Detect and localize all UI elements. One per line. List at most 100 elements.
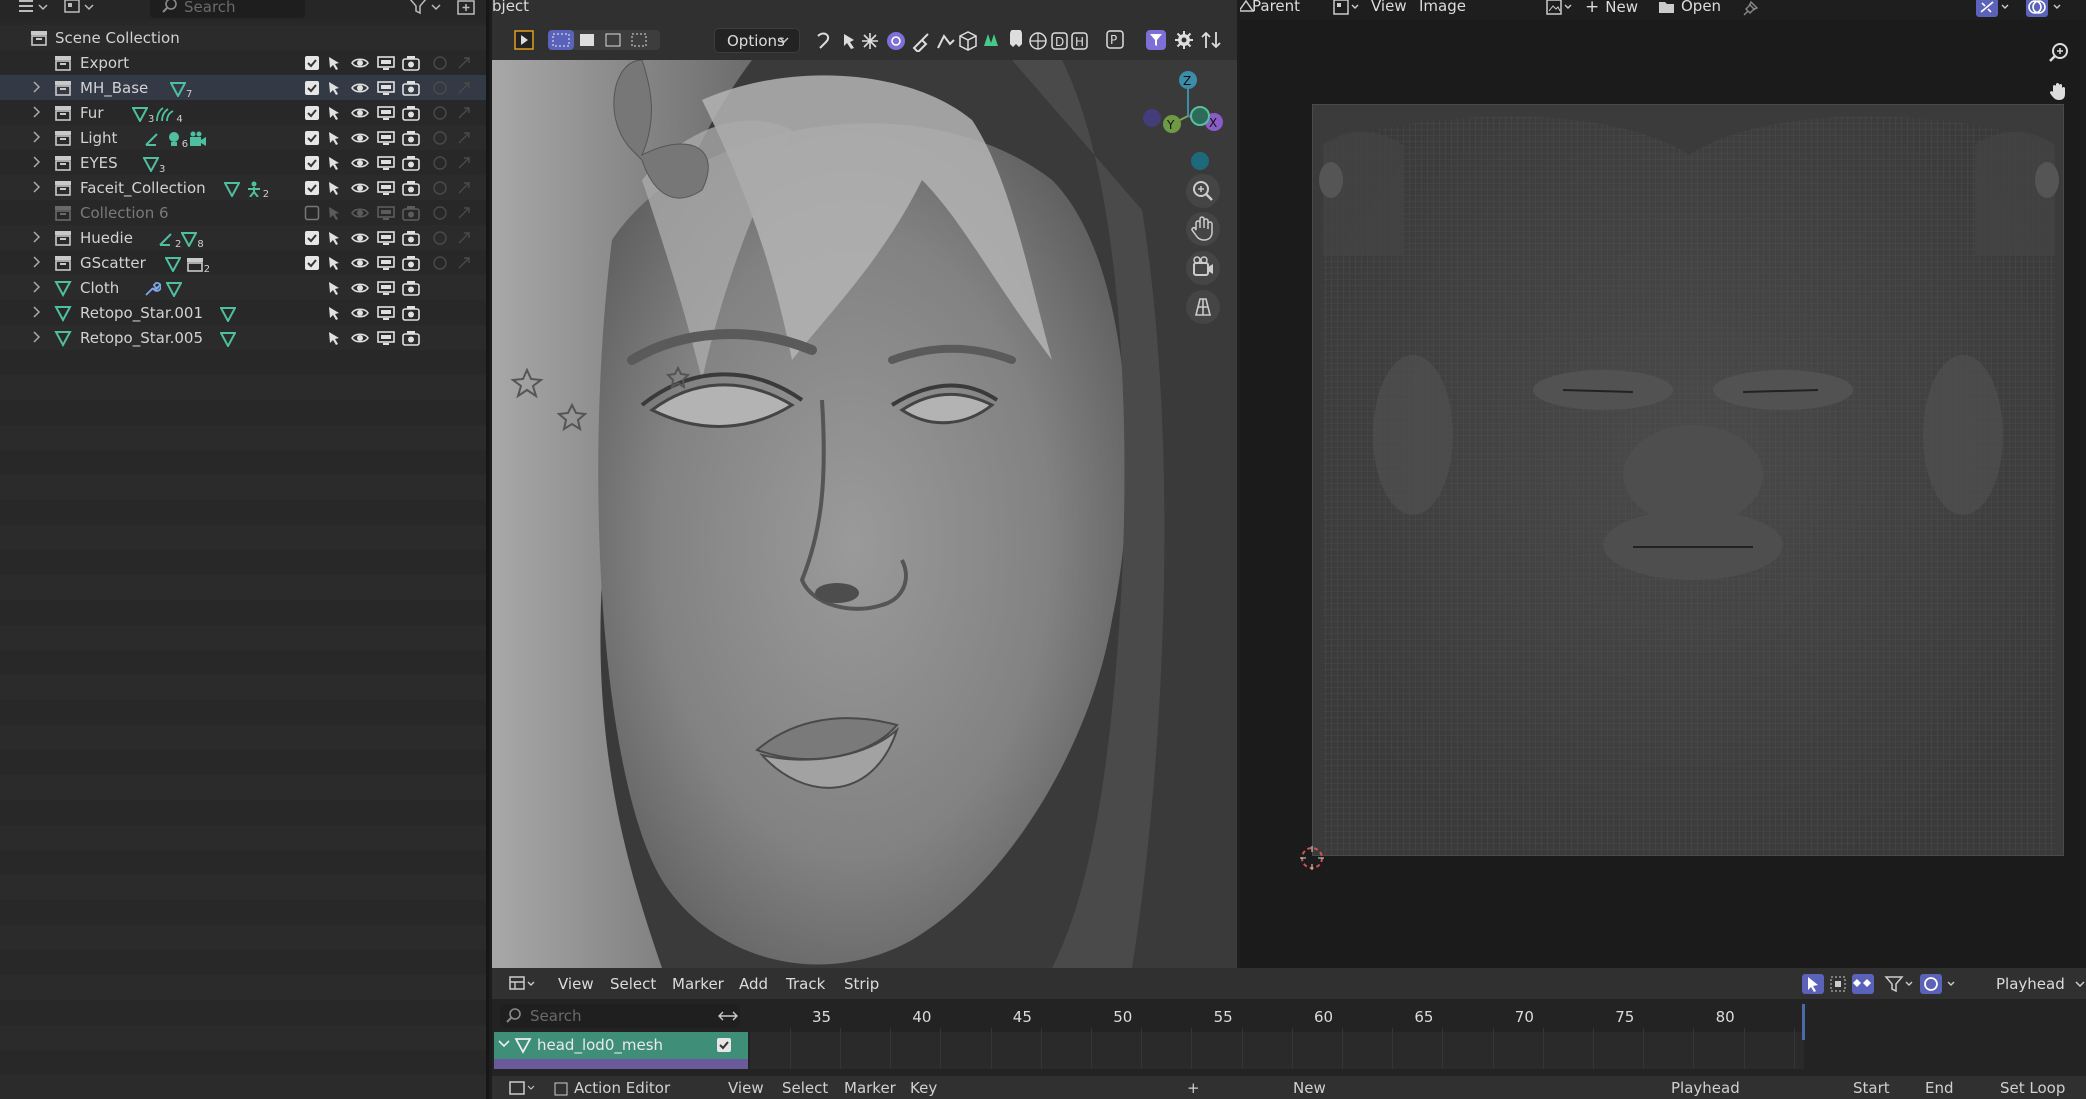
monitor-viewport-icon[interactable] [377, 330, 395, 346]
action-marker-menu[interactable]: Marker [844, 1079, 896, 1097]
set-loop-label[interactable]: Set Loop [2000, 1079, 2065, 1097]
image-browse-icon[interactable] [1545, 0, 1575, 16]
indirect-only-icon[interactable] [456, 80, 472, 96]
new-collection-icon[interactable] [456, 0, 478, 19]
filter-icon[interactable] [408, 0, 444, 19]
selectable-arrow-icon[interactable] [326, 105, 342, 121]
no-actions-channel[interactable] [494, 1059, 748, 1069]
monitor-viewport-icon[interactable] [377, 230, 395, 246]
indirect-only-icon[interactable] [456, 155, 472, 171]
chevron-right-icon[interactable] [32, 331, 42, 343]
new-image-button[interactable]: + New [1585, 0, 1638, 17]
indirect-only-icon[interactable] [456, 55, 472, 71]
pin-icon[interactable] [1742, 0, 1760, 17]
chevron-right-icon[interactable] [32, 306, 42, 318]
2d-cursor-icon[interactable] [1298, 844, 1326, 872]
indirect-only-icon[interactable] [456, 230, 472, 246]
uv-editor[interactable]: Parent View Image + New Open [1240, 0, 2086, 968]
hand-pan-icon[interactable] [2048, 80, 2070, 102]
camera-render-icon[interactable] [402, 230, 420, 246]
uv-mesh-layout[interactable] [1312, 104, 2064, 856]
outliner-search-input[interactable]: Search [150, 0, 305, 18]
holdout-icon[interactable] [432, 105, 448, 121]
monitor-viewport-icon[interactable] [377, 130, 395, 146]
dope-track-area[interactable] [750, 1032, 1804, 1069]
camera-render-icon[interactable] [402, 205, 420, 221]
indirect-only-icon[interactable] [456, 180, 472, 196]
selectable-arrow-icon[interactable] [326, 280, 342, 296]
exclude-checkbox[interactable] [304, 105, 320, 121]
camera-render-icon[interactable] [402, 255, 420, 271]
holdout-icon[interactable] [432, 155, 448, 171]
camera-render-icon[interactable] [402, 155, 420, 171]
navigation-gizmo[interactable]: Z X Y [1112, 60, 1232, 180]
selectable-arrow-icon[interactable] [326, 305, 342, 321]
outliner-row[interactable]: Collection 6 [0, 200, 486, 225]
monitor-viewport-icon[interactable] [377, 80, 395, 96]
chevron-right-icon[interactable] [32, 131, 42, 143]
selectable-arrow-icon[interactable] [326, 255, 342, 271]
selectable-arrow-icon[interactable] [326, 80, 342, 96]
monitor-viewport-icon[interactable] [377, 105, 395, 121]
selectable-arrow-icon[interactable] [326, 230, 342, 246]
eye-visibility-icon[interactable] [351, 155, 369, 171]
holdout-icon[interactable] [432, 130, 448, 146]
playhead-dropdown[interactable]: Playhead [1996, 975, 2085, 993]
dope-strip-menu[interactable]: Strip [844, 975, 879, 993]
editor-type-icon[interactable] [508, 974, 538, 994]
camera-render-icon[interactable] [402, 80, 420, 96]
select-tool-icon[interactable] [514, 30, 534, 50]
outliner-row[interactable]: Faceit_Collection 2 [0, 175, 486, 200]
object-mode-label[interactable]: bject [492, 0, 529, 15]
eye-visibility-icon[interactable] [351, 180, 369, 196]
chevron-right-icon[interactable] [32, 231, 42, 243]
overlay-icon[interactable] [2026, 0, 2066, 17]
dope-track-menu[interactable]: Track [786, 975, 825, 993]
camera-render-icon[interactable] [402, 305, 420, 321]
indirect-only-icon[interactable] [456, 105, 472, 121]
outliner-row[interactable]: MH_Base 7 [0, 75, 486, 100]
chevron-right-icon[interactable] [32, 156, 42, 168]
outliner-row[interactable]: Huedie 2 8 [0, 225, 486, 250]
toggle-p-icon[interactable]: P [1106, 30, 1126, 50]
indirect-only-icon[interactable] [456, 255, 472, 271]
camera-render-icon[interactable] [402, 330, 420, 346]
display-mode-icon[interactable] [62, 0, 96, 19]
hand-pan-icon[interactable] [1186, 212, 1220, 246]
action-view-menu[interactable]: View [728, 1079, 764, 1097]
eye-visibility-icon[interactable] [351, 330, 369, 346]
holdout-icon[interactable] [432, 80, 448, 96]
chevron-right-icon[interactable] [32, 81, 42, 93]
eye-visibility-icon[interactable] [351, 230, 369, 246]
eye-visibility-icon[interactable] [351, 205, 369, 221]
open-image-button[interactable]: Open [1658, 0, 1721, 15]
action-playhead-dropdown[interactable]: Playhead [1671, 1079, 1740, 1097]
outliner-row[interactable]: Light 6 [0, 125, 486, 150]
exclude-checkbox[interactable] [304, 155, 320, 171]
outliner-row[interactable]: Cloth [0, 275, 486, 300]
perspective-grid-icon[interactable] [1186, 290, 1220, 324]
selectable-arrow-icon[interactable] [326, 180, 342, 196]
zoom-icon[interactable] [1186, 174, 1220, 208]
holdout-icon[interactable] [432, 180, 448, 196]
3d-viewport[interactable]: bject Options D H P Z X Y [492, 0, 1237, 968]
filter-icon[interactable] [1884, 974, 1918, 994]
chevron-right-icon[interactable] [32, 256, 42, 268]
camera-render-icon[interactable] [402, 55, 420, 71]
transform-arrows-icon[interactable] [1200, 30, 1224, 50]
dope-sheet-editor[interactable]: View Select Marker Add Track Strip Playh… [492, 968, 2086, 1099]
action-select-menu[interactable]: Select [782, 1079, 828, 1097]
exclude-checkbox[interactable] [304, 130, 320, 146]
dope-select-menu[interactable]: Select [610, 975, 656, 993]
exclude-checkbox[interactable] [304, 255, 320, 271]
editor-type-icon[interactable] [508, 1079, 538, 1097]
select-cursor-icon[interactable] [1802, 974, 1826, 994]
exclude-checkbox[interactable] [304, 180, 320, 196]
editor-type-icon[interactable] [16, 0, 50, 19]
eye-visibility-icon[interactable] [351, 130, 369, 146]
selectable-arrow-icon[interactable] [326, 130, 342, 146]
monitor-viewport-icon[interactable] [377, 280, 395, 296]
uv-view-menu[interactable]: View [1371, 0, 1407, 15]
scene-collection-row[interactable]: Scene Collection [0, 25, 486, 50]
outliner-row[interactable]: Fur 3 4 [0, 100, 486, 125]
